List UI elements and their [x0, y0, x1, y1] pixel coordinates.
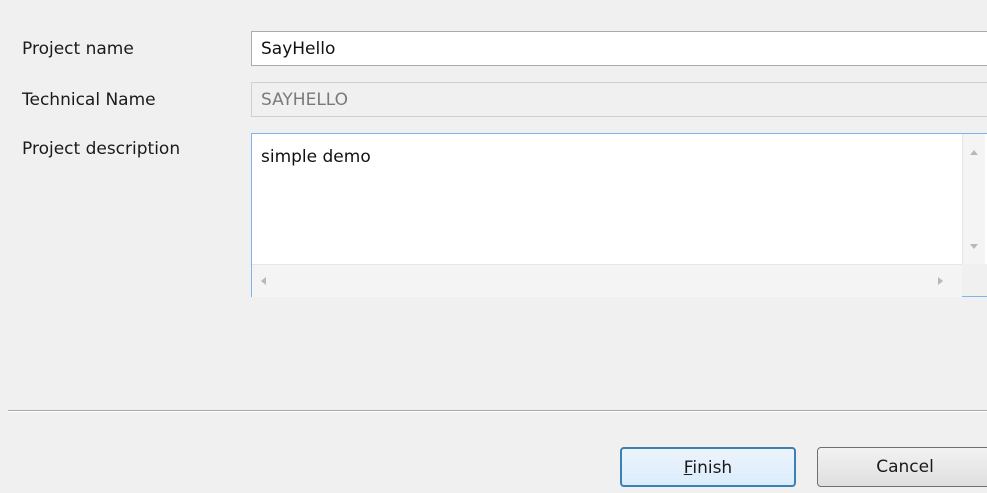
- scroll-up-icon[interactable]: [970, 150, 978, 155]
- project-description-label: Project description: [22, 139, 181, 159]
- finish-label-rest: inish: [692, 458, 733, 478]
- scroll-right-icon[interactable]: [938, 277, 943, 285]
- project-description-text[interactable]: simple demo: [261, 146, 371, 168]
- project-name-label: Project name: [22, 39, 134, 59]
- finish-button[interactable]: Finish: [620, 447, 796, 487]
- technical-name-label: Technical Name: [22, 90, 156, 110]
- vertical-scrollbar[interactable]: [962, 134, 985, 264]
- footer-separator: [8, 410, 987, 412]
- project-name-input[interactable]: [251, 31, 987, 66]
- technical-name-input: [251, 82, 987, 117]
- horizontal-scrollbar[interactable]: [252, 264, 962, 297]
- scroll-left-icon[interactable]: [261, 277, 266, 285]
- scrollbar-corner: [962, 264, 987, 296]
- cancel-button[interactable]: Cancel: [817, 447, 987, 487]
- project-description-textarea[interactable]: simple demo: [251, 133, 987, 297]
- scroll-down-icon[interactable]: [970, 244, 978, 249]
